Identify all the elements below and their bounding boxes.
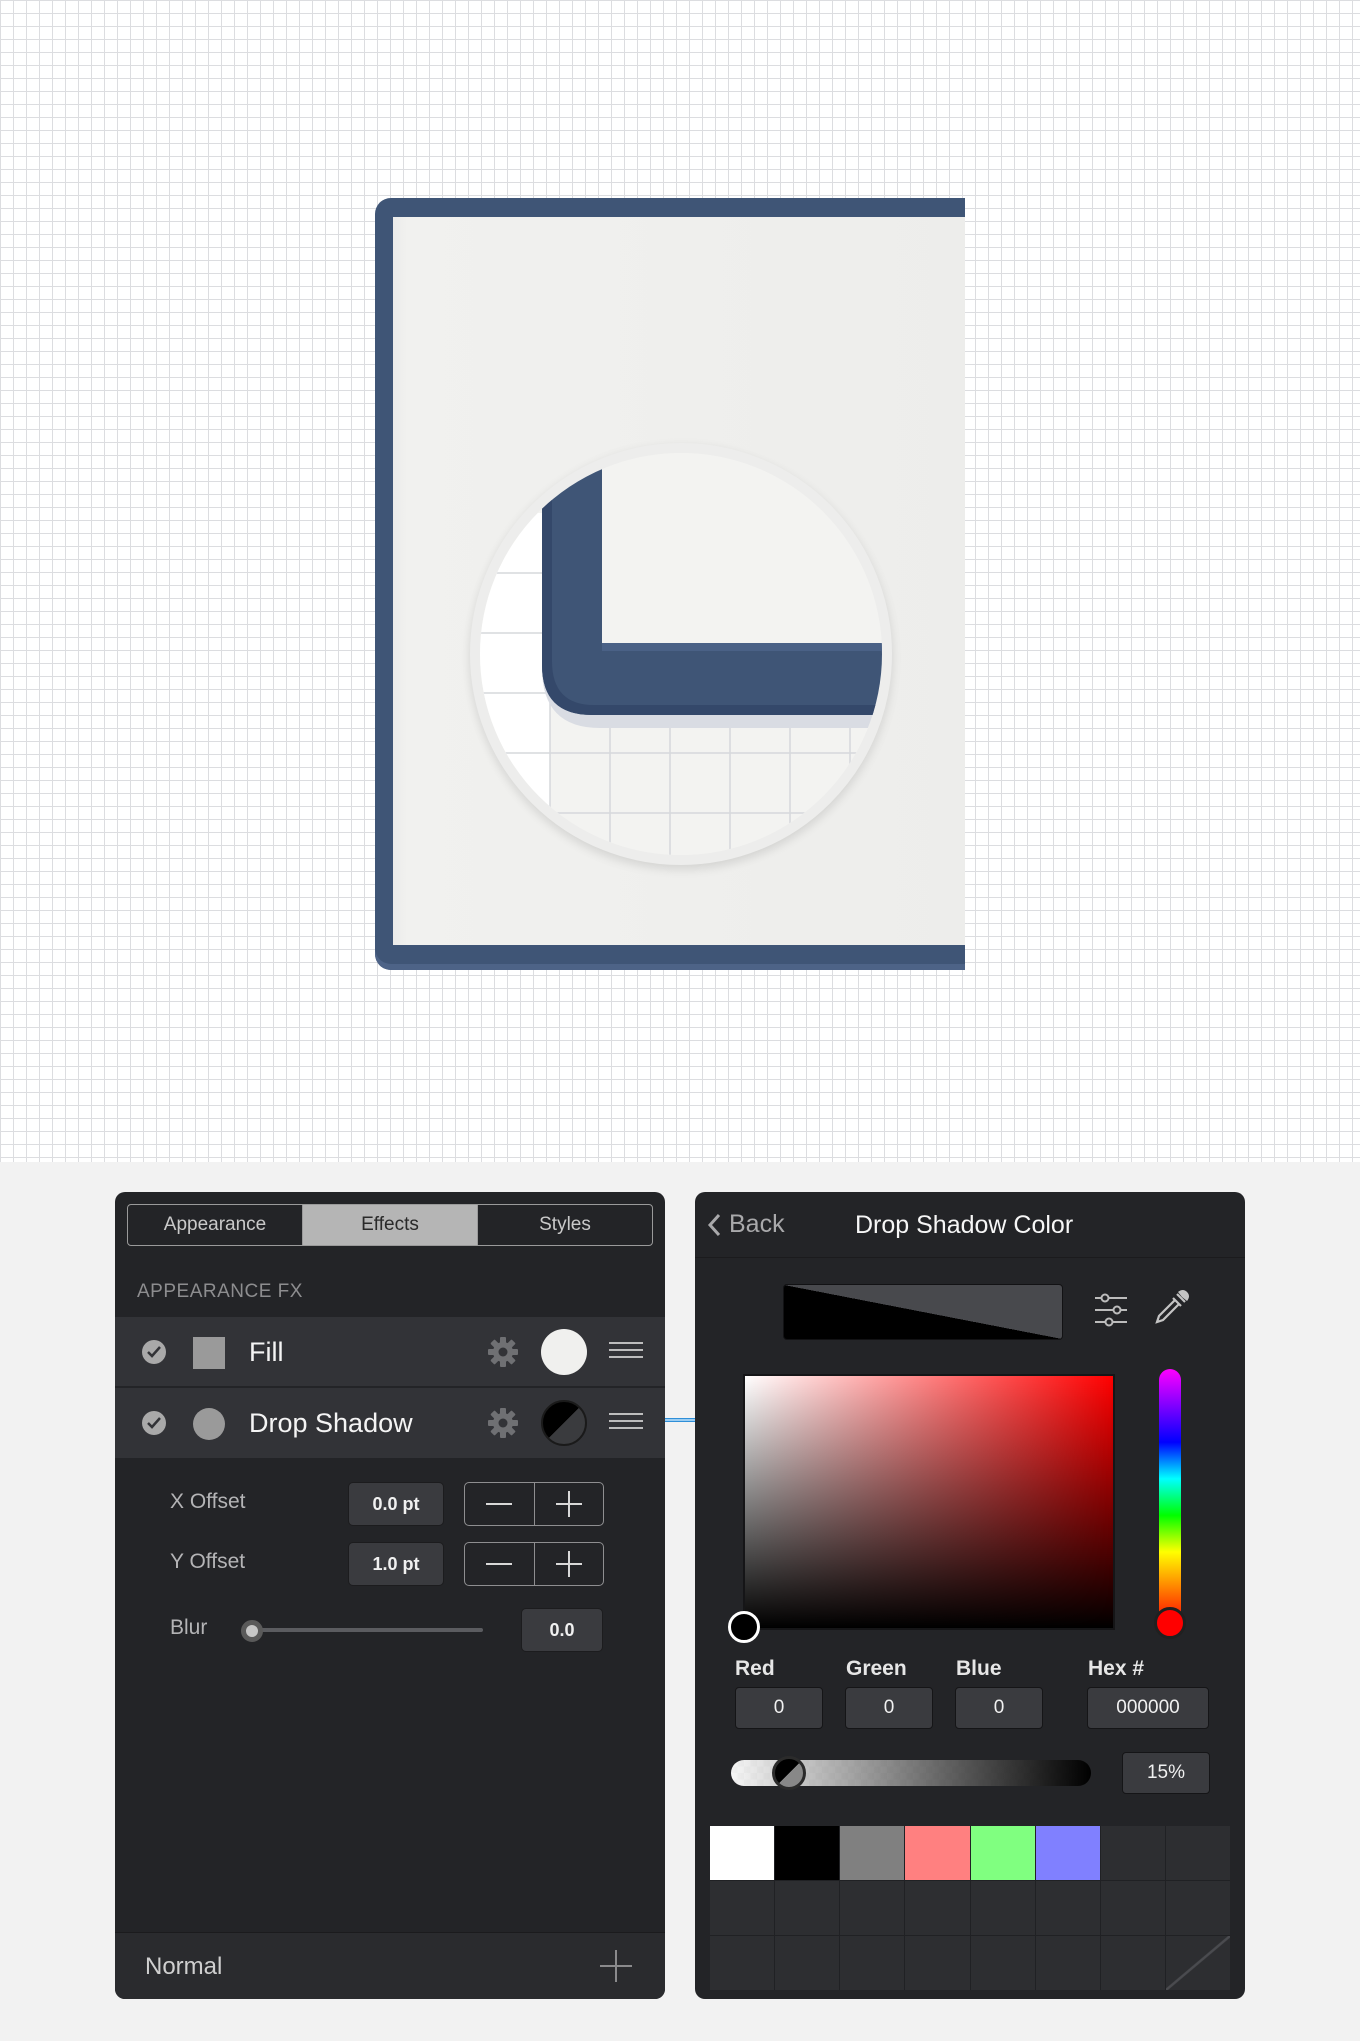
empty-swatch-slot[interactable] (970, 1936, 1035, 1990)
y-offset-label: Y Offset (170, 1550, 246, 1573)
opacity-slider-knob[interactable] (772, 1756, 806, 1790)
color-swatch[interactable] (840, 1826, 905, 1880)
no-color-swatch[interactable] (1165, 1936, 1230, 1990)
green-label: Green (846, 1657, 907, 1680)
eyedropper-icon[interactable] (1151, 1288, 1191, 1328)
tab-styles[interactable]: Styles (478, 1205, 652, 1245)
y-offset-field[interactable]: 1.0 pt (348, 1542, 444, 1586)
color-picker-panel: Back Drop Shadow Color Red Green Blue He… (695, 1192, 1245, 1999)
green-field[interactable]: 0 (845, 1687, 933, 1729)
red-label: Red (735, 1657, 775, 1680)
blend-mode-select[interactable]: Normal (145, 1953, 222, 1981)
empty-swatch-slot[interactable] (970, 1881, 1035, 1935)
empty-swatch-slot[interactable] (1100, 1881, 1165, 1935)
blur-slider-knob[interactable] (241, 1620, 263, 1642)
empty-swatch-slot[interactable] (1165, 1826, 1230, 1880)
y-offset-stepper (464, 1542, 604, 1586)
color-swatch[interactable] (970, 1826, 1035, 1880)
empty-swatch-slot[interactable] (775, 1936, 840, 1990)
red-field[interactable]: 0 (735, 1687, 823, 1729)
color-swatch[interactable] (1035, 1826, 1100, 1880)
color-preview-swatch (783, 1284, 1063, 1340)
empty-swatch-slot[interactable] (1100, 1936, 1165, 1990)
empty-swatch-slot[interactable] (1165, 1881, 1230, 1935)
effect-label-fill: Fill (249, 1337, 284, 1367)
add-icon[interactable] (599, 1949, 633, 1983)
back-label: Back (729, 1210, 785, 1238)
effect-row-fill[interactable]: Fill (115, 1317, 665, 1387)
color-swatch[interactable] (710, 1826, 775, 1880)
blur-label: Blur (170, 1616, 208, 1639)
panel-title: Drop Shadow Color (855, 1211, 1074, 1239)
artboard-canvas[interactable] (0, 0, 1360, 1162)
tab-effects[interactable]: Effects (303, 1205, 478, 1245)
minus-icon[interactable] (465, 1543, 535, 1585)
x-offset-label: X Offset (170, 1490, 246, 1513)
minus-icon[interactable] (465, 1483, 535, 1525)
appearance-panel: Appearance Effects Styles APPEARANCE FX … (115, 1192, 665, 1999)
empty-swatch-slot[interactable] (710, 1881, 775, 1935)
color-swatch[interactable] (905, 1826, 970, 1880)
saturation-brightness-knob[interactable] (728, 1611, 760, 1643)
color-panel-header: Back Drop Shadow Color (695, 1192, 1245, 1258)
blur-field[interactable]: 0.0 (521, 1608, 603, 1652)
opacity-field[interactable]: 15% (1122, 1752, 1210, 1794)
gear-icon[interactable] (487, 1407, 519, 1439)
x-offset-field[interactable]: 0.0 pt (348, 1482, 444, 1526)
shadow-type-icon (193, 1408, 225, 1440)
effect-label-drop-shadow: Drop Shadow (249, 1408, 413, 1438)
empty-swatch-slot[interactable] (905, 1881, 970, 1935)
saturation-brightness-picker[interactable] (743, 1374, 1115, 1630)
empty-swatch-slot[interactable] (775, 1881, 840, 1935)
x-offset-stepper (464, 1482, 604, 1526)
effect-row-drop-shadow[interactable]: Drop Shadow (115, 1388, 665, 1458)
chevron-left-icon (707, 1213, 721, 1236)
checkmark-icon[interactable] (142, 1340, 166, 1364)
plus-icon[interactable] (535, 1483, 604, 1525)
hue-slider[interactable] (1159, 1369, 1181, 1625)
blue-label: Blue (956, 1657, 1002, 1680)
hue-slider-knob[interactable] (1154, 1607, 1186, 1639)
section-label: APPEARANCE FX (137, 1281, 303, 1302)
swatch-grid (710, 1826, 1230, 1990)
drag-handle-icon[interactable] (609, 1413, 643, 1434)
shadow-color-swatch[interactable] (541, 1400, 587, 1446)
gear-icon[interactable] (487, 1336, 519, 1368)
empty-swatch-slot[interactable] (1100, 1826, 1165, 1880)
empty-swatch-slot[interactable] (905, 1936, 970, 1990)
fill-color-swatch[interactable] (541, 1329, 587, 1375)
fill-type-icon (193, 1337, 225, 1369)
hex-field[interactable]: 000000 (1087, 1687, 1209, 1729)
empty-swatch-slot[interactable] (1035, 1881, 1100, 1935)
hex-label: Hex # (1088, 1657, 1145, 1680)
sliders-icon[interactable] (1093, 1292, 1129, 1328)
blend-mode-bar: Normal (115, 1932, 665, 1999)
back-button[interactable]: Back (707, 1210, 785, 1239)
checkmark-icon[interactable] (142, 1411, 166, 1435)
blur-slider-track[interactable] (243, 1628, 483, 1632)
empty-swatch-slot[interactable] (1035, 1936, 1100, 1990)
color-swatch[interactable] (775, 1826, 840, 1880)
blue-field[interactable]: 0 (955, 1687, 1043, 1729)
empty-swatch-slot[interactable] (710, 1936, 775, 1990)
zoom-magnifier (470, 443, 892, 865)
tab-appearance[interactable]: Appearance (128, 1205, 303, 1245)
drag-handle-icon[interactable] (609, 1342, 643, 1363)
empty-swatch-slot[interactable] (840, 1936, 905, 1990)
magnified-corner-illustration (480, 453, 882, 855)
empty-swatch-slot[interactable] (840, 1881, 905, 1935)
panel-tab-bar: Appearance Effects Styles (127, 1204, 653, 1246)
plus-icon[interactable] (535, 1543, 604, 1585)
